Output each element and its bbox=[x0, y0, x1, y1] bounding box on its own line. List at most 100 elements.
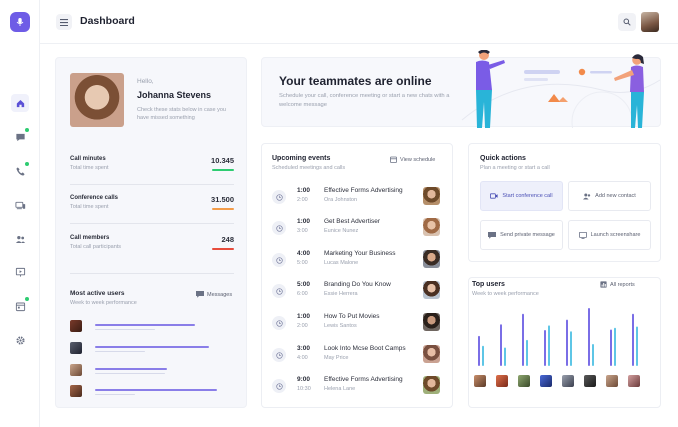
user-avatar[interactable] bbox=[641, 12, 659, 32]
event-end: 10:30 bbox=[297, 386, 311, 392]
bar-1-3 bbox=[522, 313, 524, 366]
event-start: 9:00 bbox=[297, 376, 311, 383]
avatar bbox=[584, 375, 596, 387]
event-row[interactable]: 1:00 2:00 How To Put Movies Lewis Santos bbox=[272, 313, 444, 337]
search-button[interactable] bbox=[618, 13, 636, 31]
notification-dot bbox=[25, 162, 29, 166]
view-schedule-label: View schedule bbox=[400, 156, 436, 163]
top-header: Dashboard bbox=[40, 0, 678, 44]
bar-1-7 bbox=[610, 329, 612, 366]
presentation-icon bbox=[15, 267, 25, 277]
event-row[interactable]: 4:00 5:00 Marketing Your Business Lucas … bbox=[272, 250, 444, 274]
teammates-banner: Your teammates are online Schedule your … bbox=[261, 50, 661, 128]
microphone-icon bbox=[16, 18, 24, 26]
event-row[interactable]: 5:00 6:00 Branding Do You Know Essie Her… bbox=[272, 281, 444, 305]
event-row[interactable]: 1:00 3:00 Get Best Advertiser Eunice Nun… bbox=[272, 218, 444, 242]
button-label: Start conference call bbox=[502, 193, 553, 199]
event-row[interactable]: 9:00 10:30 Effective Forms Advertising H… bbox=[272, 376, 444, 400]
bar-1-5 bbox=[566, 319, 568, 366]
bar-2-8 bbox=[636, 326, 638, 366]
start-conference-call-button[interactable]: Start conference call bbox=[480, 181, 563, 211]
search-icon bbox=[623, 18, 631, 26]
avatar bbox=[423, 281, 440, 299]
stat-sub: Total time spent bbox=[70, 165, 109, 171]
avatar bbox=[474, 375, 486, 387]
phone-icon bbox=[15, 166, 25, 176]
launch-screenshare-button[interactable]: Launch screenshare bbox=[568, 220, 651, 250]
event-person: May Price bbox=[324, 355, 349, 361]
stat-bar bbox=[212, 169, 234, 171]
stat-bar bbox=[212, 248, 234, 250]
bar-2-7 bbox=[614, 327, 616, 366]
top-users-bar-chart bbox=[478, 308, 638, 366]
view-schedule-link[interactable]: View schedule bbox=[390, 156, 435, 163]
avatar bbox=[70, 320, 82, 332]
app-logo[interactable] bbox=[10, 12, 30, 32]
sidebar-item-phone[interactable] bbox=[11, 162, 29, 180]
event-name: How To Put Movies bbox=[324, 313, 380, 320]
event-name: Effective Forms Advertising bbox=[324, 187, 403, 194]
avatar bbox=[423, 345, 440, 363]
event-end: 2:00 bbox=[297, 323, 308, 329]
list-item[interactable] bbox=[70, 385, 234, 397]
upcoming-events-card: Upcoming events Scheduled meetings and c… bbox=[261, 143, 453, 408]
divider bbox=[70, 223, 234, 224]
bar-2-2 bbox=[504, 347, 506, 366]
divider bbox=[70, 273, 234, 274]
sidebar-item-users[interactable] bbox=[11, 230, 29, 248]
event-person: Ora Johnston bbox=[324, 197, 358, 203]
bar-1-6 bbox=[588, 308, 590, 366]
sidebar-item-presentation[interactable] bbox=[11, 263, 29, 281]
event-name: Marketing Your Business bbox=[324, 250, 396, 257]
sidebar-item-settings[interactable] bbox=[11, 331, 29, 349]
event-row[interactable]: 1:00 2:00 Effective Forms Advertising Or… bbox=[272, 187, 444, 211]
sidebar-item-chat[interactable] bbox=[11, 128, 29, 146]
bar-1-2 bbox=[500, 324, 502, 366]
sidebar-item-devices[interactable] bbox=[11, 196, 29, 214]
bar-2-1 bbox=[482, 345, 484, 366]
menu-button[interactable] bbox=[56, 14, 72, 30]
greeting: Hello, bbox=[137, 78, 154, 85]
stat-value: 248 bbox=[221, 235, 234, 244]
event-name: Branding Do You Know bbox=[324, 281, 391, 288]
sidebar-item-calendar[interactable] bbox=[11, 297, 29, 315]
event-end: 3:00 bbox=[297, 228, 308, 234]
clock-icon bbox=[272, 253, 286, 267]
team-illustration bbox=[461, 50, 661, 128]
banner-title: Your teammates are online bbox=[279, 74, 432, 88]
messages-button[interactable]: Messages bbox=[196, 291, 232, 298]
notification-dot bbox=[25, 297, 29, 301]
button-label: Launch screenshare bbox=[590, 232, 641, 238]
stat-sub: Total time spent bbox=[70, 204, 109, 210]
activity-subbar bbox=[95, 394, 135, 395]
list-item[interactable] bbox=[70, 342, 234, 354]
avatar bbox=[496, 375, 508, 387]
add-new-contact-button[interactable]: Add new contact bbox=[568, 181, 651, 211]
profile-card: Hello, Johanna Stevens Check these stats… bbox=[55, 57, 247, 408]
clock-icon bbox=[272, 348, 286, 362]
activity-subbar bbox=[95, 373, 165, 374]
event-end: 6:00 bbox=[297, 291, 308, 297]
gear-icon bbox=[15, 335, 25, 345]
send-private-message-button[interactable]: Send private message bbox=[480, 220, 563, 250]
sidebar-item-home[interactable] bbox=[11, 94, 29, 112]
stat-sub: Total call participants bbox=[70, 244, 122, 250]
avatar bbox=[423, 313, 440, 331]
stat-label: Call members bbox=[70, 235, 110, 241]
chat-icon bbox=[488, 231, 497, 239]
stat-bar bbox=[212, 208, 234, 210]
event-name: Get Best Advertiser bbox=[324, 218, 380, 225]
list-item[interactable] bbox=[70, 364, 234, 376]
top-users-title: Top users bbox=[472, 281, 505, 288]
event-end: 4:00 bbox=[297, 355, 308, 361]
avatar bbox=[562, 375, 574, 387]
avatar bbox=[423, 218, 440, 236]
avatar bbox=[628, 375, 640, 387]
event-row[interactable]: 3:00 4:00 Look Into Mcse Boot Camps May … bbox=[272, 345, 444, 369]
messages-label: Messages bbox=[207, 291, 233, 298]
home-icon bbox=[16, 99, 24, 107]
clock-icon bbox=[272, 379, 286, 393]
all-reports-link[interactable]: All reports bbox=[600, 281, 635, 288]
list-item[interactable] bbox=[70, 320, 234, 332]
avatar bbox=[423, 250, 440, 268]
